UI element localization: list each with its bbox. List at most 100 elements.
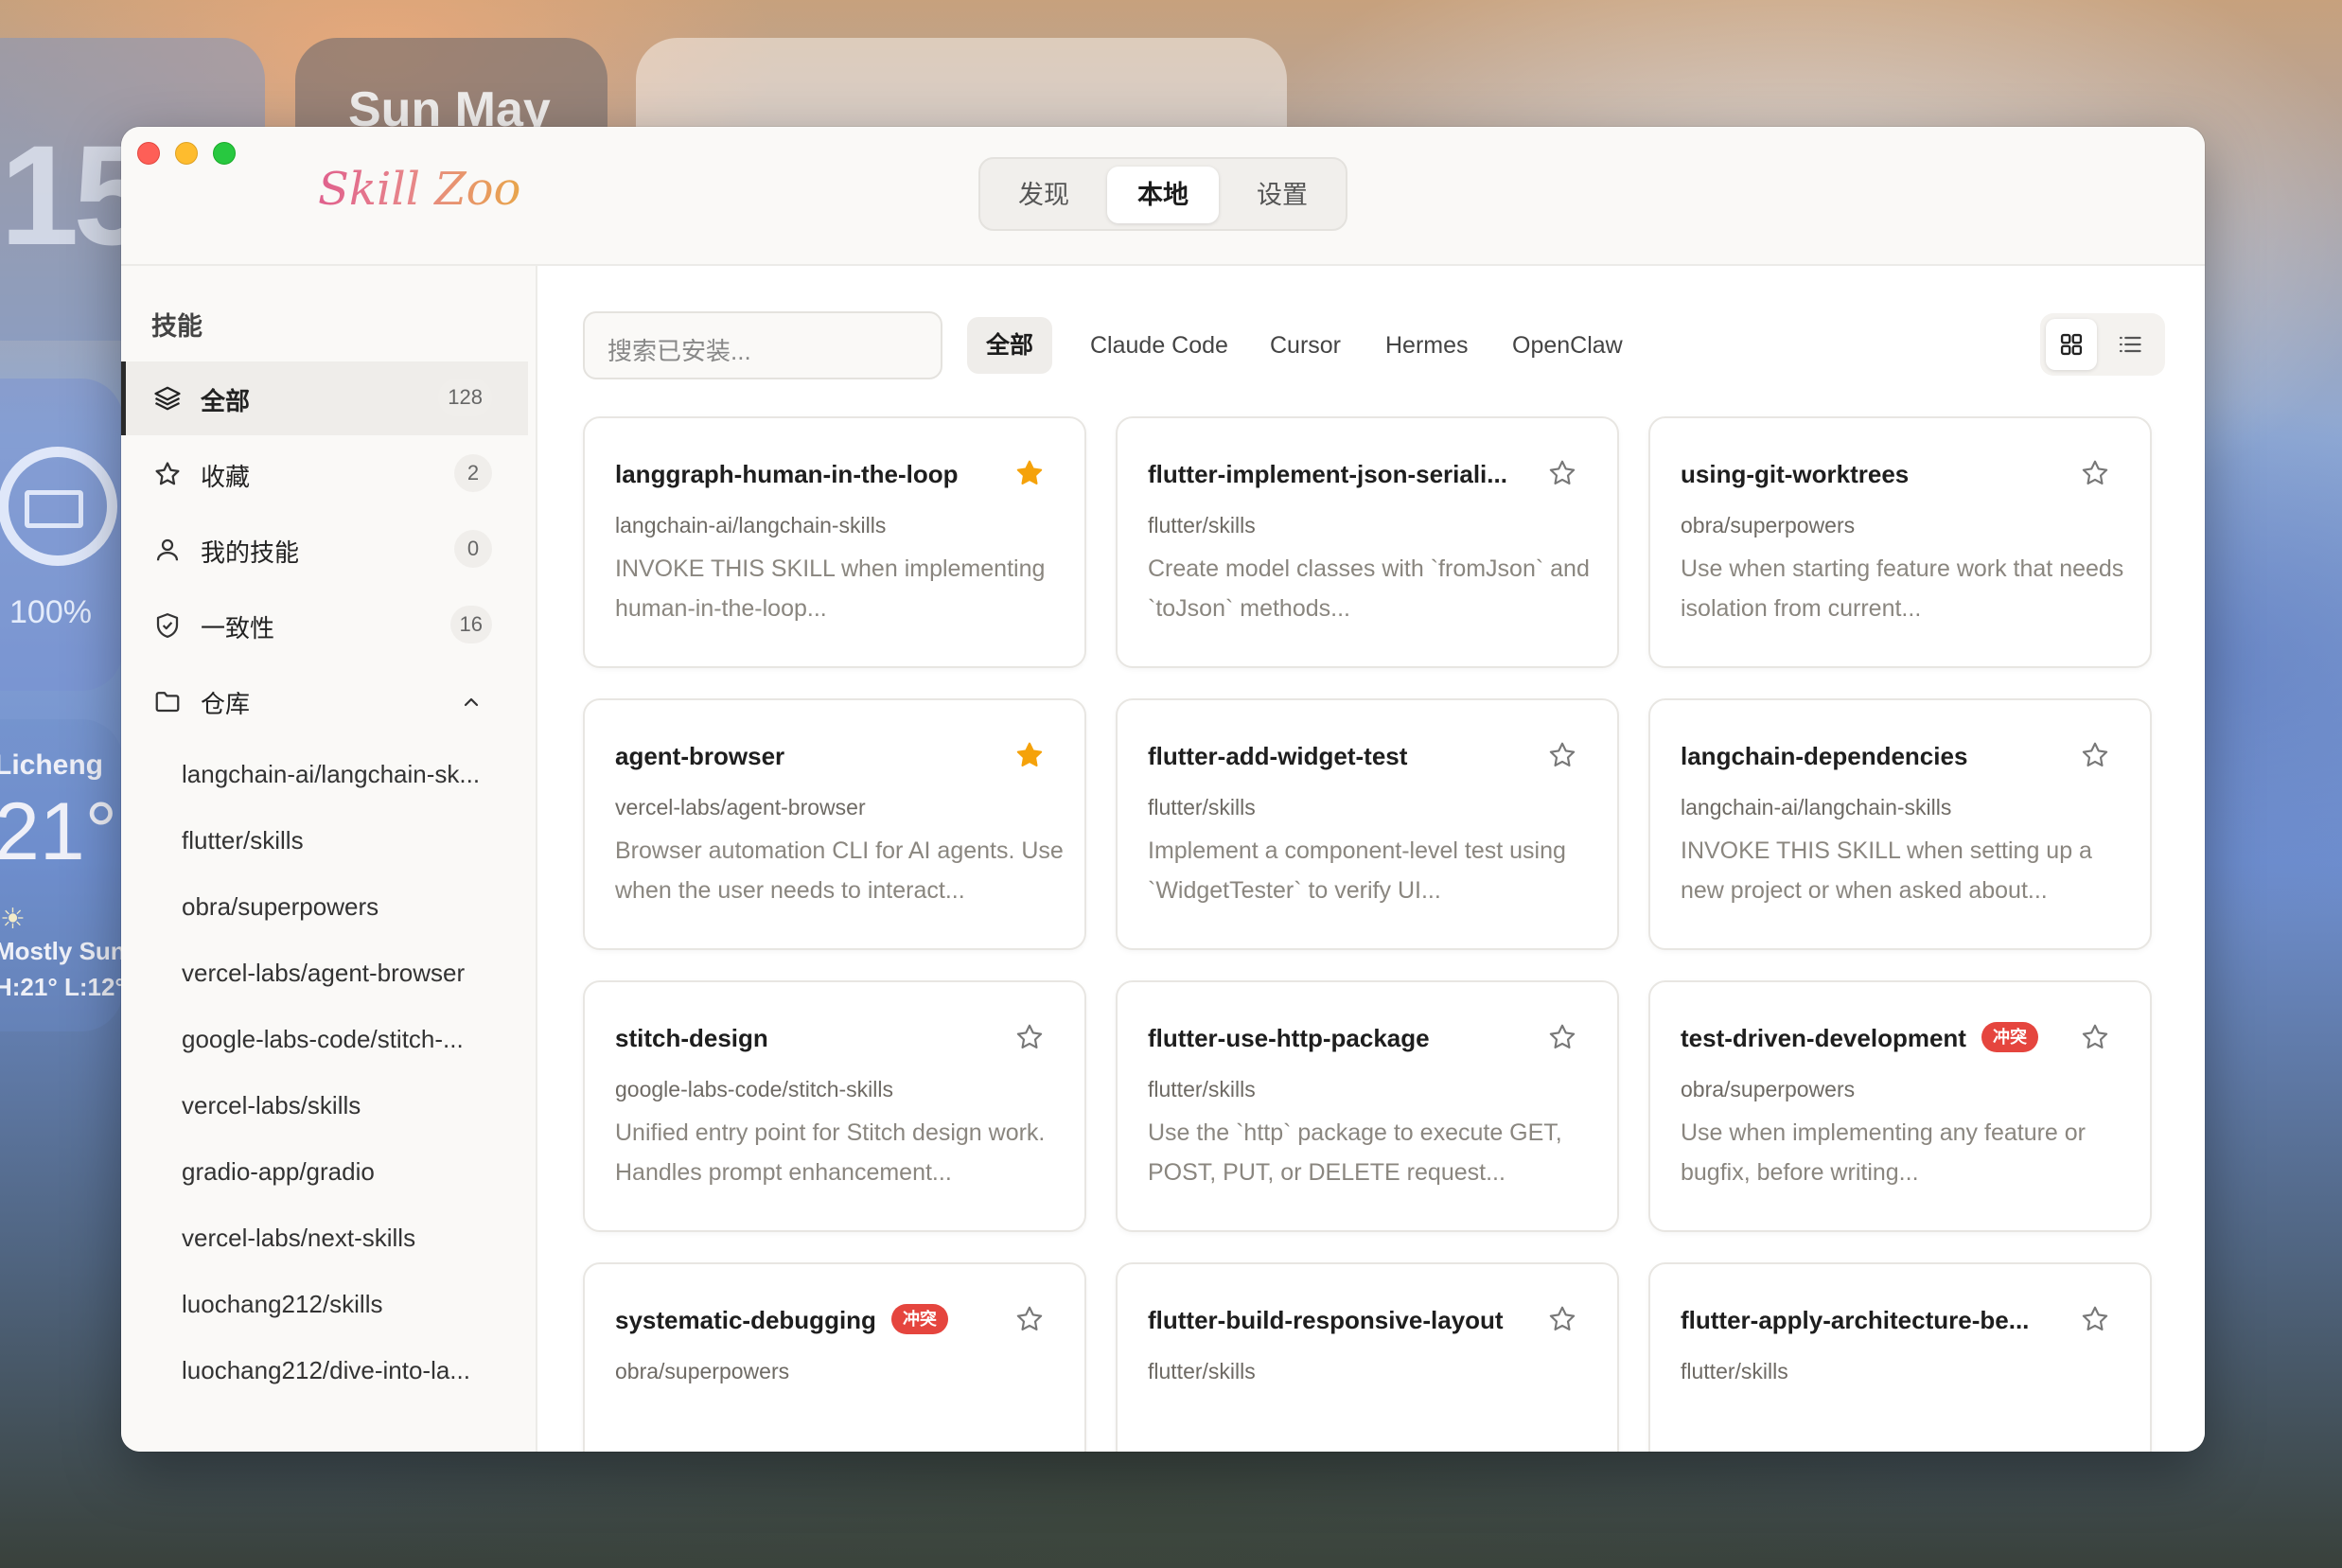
sidebar-item-count: 16 [449, 606, 492, 643]
skill-card-repo: flutter/skills [1148, 513, 1256, 537]
skill-card-title: agent-browser [615, 742, 784, 771]
filter-claude-code[interactable]: Claude Code [1071, 317, 1247, 374]
tab-local[interactable]: 本地 [1107, 167, 1219, 223]
skill-title-text: flutter-use-http-package [1148, 1024, 1430, 1052]
skill-card-description: INVOKE THIS SKILL when setting up a new … [1681, 837, 2092, 904]
star-icon[interactable] [1547, 740, 1577, 770]
sun-icon: ☀ [0, 904, 26, 935]
skill-card-repo: langchain-ai/langchain-skills [615, 513, 887, 537]
battery-percent: 100% [9, 594, 92, 630]
skill-card[interactable]: flutter-use-http-package flutter/skills Us… [1116, 980, 1619, 1232]
sidebar-item-all[interactable]: 全部 128 [121, 361, 528, 435]
skill-card-description: Browser automation CLI for AI agents. Us… [615, 837, 1064, 904]
tab-settings[interactable]: 设置 [1226, 167, 1338, 223]
laptop-icon [25, 490, 83, 528]
skill-card[interactable]: using-git-worktrees obra/superpowers Use w… [1648, 416, 2152, 668]
search-placeholder: 搜索已安装... [608, 337, 751, 365]
repo-item[interactable]: obra/superpowers [182, 892, 513, 922]
skill-card[interactable]: flutter-add-widget-test flutter/skills Imp… [1116, 698, 1619, 950]
user-icon [156, 538, 179, 561]
skill-card[interactable]: flutter-apply-architecture-be... flutter/… [1648, 1262, 2152, 1452]
tab-discover[interactable]: 发现 [988, 167, 1100, 223]
weather-condition: Mostly Sun [0, 937, 126, 965]
star-icon[interactable] [2080, 1022, 2110, 1052]
sidebar-item-consistency[interactable]: 一致性 16 [121, 589, 528, 662]
skill-title-text: stitch-design [615, 1024, 768, 1052]
sidebar-item-label: 仓库 [201, 690, 251, 718]
star-icon[interactable] [1014, 1304, 1045, 1334]
skill-card-description: Use when starting feature work that need… [1681, 555, 2124, 622]
filter-hermes[interactable]: Hermes [1366, 317, 1488, 374]
sidebar-item-label: 我的技能 [201, 538, 300, 567]
skill-card-title: flutter-implement-json-seriali... [1148, 460, 1507, 489]
repo-item[interactable]: gradio-app/gradio [182, 1157, 513, 1187]
skill-title-text: test-driven-development [1681, 1024, 1966, 1052]
sidebar-item-label: 一致性 [201, 614, 275, 643]
skill-card-description: Unified entry point for Stitch design wo… [615, 1119, 1046, 1186]
star-icon[interactable] [2080, 740, 2110, 770]
skill-title-text: langchain-dependencies [1681, 742, 1968, 770]
close-window-button[interactable] [137, 142, 160, 165]
skill-card-description: Implement a component-level test using `… [1148, 837, 1566, 904]
filter-cursor[interactable]: Cursor [1251, 317, 1360, 374]
star-icon[interactable] [1547, 1022, 1577, 1052]
conflict-badge: 冲突 [1981, 1022, 2038, 1053]
repo-item[interactable]: vercel-labs/skills [182, 1091, 513, 1120]
filter-all[interactable]: 全部 [967, 317, 1053, 374]
repo-item[interactable]: langchain-ai/langchain-sk... [182, 760, 513, 789]
skill-card[interactable]: flutter-implement-json-seriali... flutter… [1116, 416, 1619, 668]
nav-segmented-control: 发现 本地 设置 [978, 157, 1347, 231]
repo-item[interactable]: flutter/skills [182, 826, 513, 855]
skill-title-text: systematic-debugging [615, 1306, 876, 1334]
repo-item[interactable]: luochang212/dive-into-la... [182, 1356, 513, 1385]
sidebar-item-my-skills[interactable]: 我的技能 0 [121, 513, 528, 587]
repo-item[interactable]: vercel-labs/agent-browser [182, 959, 513, 988]
skill-card[interactable]: systematic-debugging 冲突 obra/superpowers [583, 1262, 1086, 1452]
star-icon[interactable] [1547, 1304, 1577, 1334]
skill-card-title: test-driven-development 冲突 [1681, 1022, 2038, 1055]
skill-card[interactable]: test-driven-development 冲突 obra/superpower… [1648, 980, 2152, 1232]
search-input[interactable]: 搜索已安装... [583, 311, 942, 379]
sidebar-item-count: 128 [438, 379, 492, 416]
star-icon[interactable] [1547, 458, 1577, 488]
skill-card[interactable]: agent-browser vercel-labs/agent-browser Br… [583, 698, 1086, 950]
list-view-button[interactable] [2104, 319, 2156, 370]
sidebar-item-repositories[interactable]: 仓库 [121, 664, 528, 738]
layers-icon [154, 386, 181, 411]
skill-card-description: Create model classes with `fromJson` and… [1148, 555, 1590, 622]
star-filled-icon[interactable] [1014, 458, 1045, 488]
filter-openclaw[interactable]: OpenClaw [1493, 317, 1642, 374]
skill-card[interactable]: flutter-build-responsive-layout flutter/s… [1116, 1262, 1619, 1452]
sidebar: 技能 全部 128 收藏 2 我的技能 0 一致性 16 仓库 langchai… [121, 266, 537, 1452]
skill-card-title: flutter-add-widget-test [1148, 742, 1407, 771]
skill-card-title: langgraph-human-in-the-loop [615, 460, 959, 489]
view-mode-toggle [2040, 313, 2165, 376]
star-filled-icon[interactable] [1014, 740, 1045, 770]
sidebar-item-favorites[interactable]: 收藏 2 [121, 437, 528, 511]
weather-city: Licheng [0, 749, 104, 781]
sidebar-item-count: 0 [454, 530, 492, 568]
conflict-badge: 冲突 [890, 1304, 948, 1335]
folder-icon [155, 692, 180, 713]
zoom-window-button[interactable] [213, 142, 236, 165]
repo-item[interactable]: vercel-labs/next-skills [182, 1224, 513, 1253]
minimize-window-button[interactable] [175, 142, 198, 165]
repo-item[interactable]: luochang212/skills [182, 1290, 513, 1319]
skill-card-title: langchain-dependencies [1681, 742, 1967, 771]
skill-card-repo: flutter/skills [1148, 1359, 1256, 1383]
grid-icon [2060, 333, 2083, 356]
skill-card[interactable]: langgraph-human-in-the-loop langchain-ai/… [583, 416, 1086, 668]
star-icon[interactable] [2080, 458, 2110, 488]
star-icon[interactable] [1014, 1022, 1045, 1052]
chevron-up-icon[interactable] [460, 691, 483, 714]
skill-card-description: Use the `http` package to execute GET, P… [1148, 1119, 1562, 1186]
main-content: 搜索已安装... 全部 Claude Code Cursor Hermes Op… [537, 266, 2205, 1452]
star-icon[interactable] [2080, 1304, 2110, 1334]
skill-card[interactable]: stitch-design google-labs-code/stitch-ski… [583, 980, 1086, 1232]
repo-item[interactable]: google-labs-code/stitch-... [182, 1025, 513, 1054]
app-window: Skill Zoo 发现 本地 设置 技能 全部 128 收藏 2 我的技能 0… [121, 127, 2205, 1452]
skill-title-text: agent-browser [615, 742, 785, 770]
skill-card[interactable]: langchain-dependencies langchain-ai/langc… [1648, 698, 2152, 950]
grid-view-button[interactable] [2046, 319, 2097, 370]
skill-card-title: systematic-debugging 冲突 [615, 1304, 948, 1337]
